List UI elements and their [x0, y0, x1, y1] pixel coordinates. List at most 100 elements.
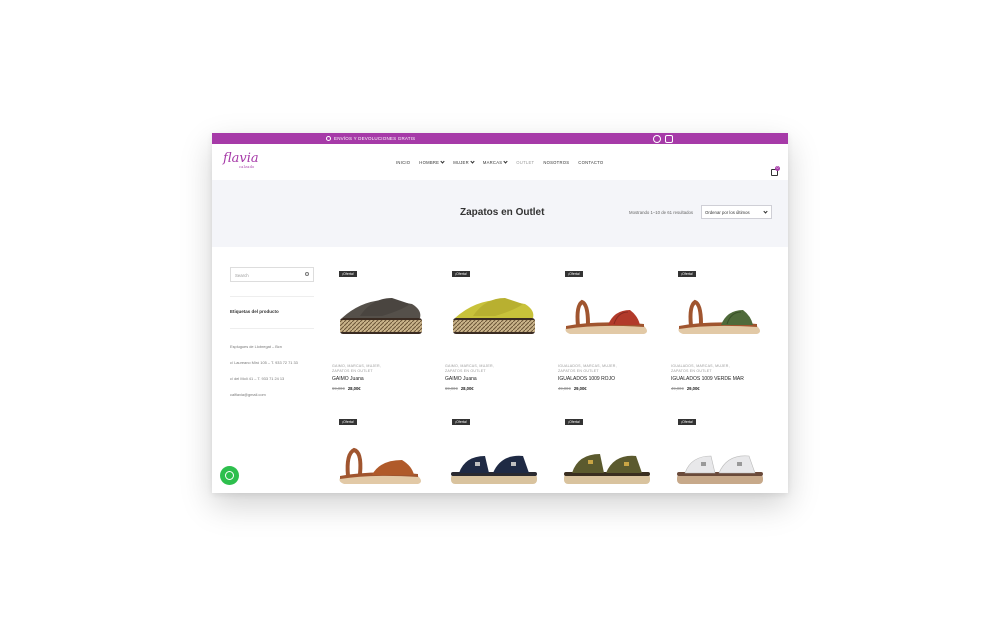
- sidebar: Search Etiquetas del producto Esplugues …: [230, 267, 314, 409]
- product-price: 49,00€ 29,00€: [558, 386, 656, 391]
- nav-label: NOSOTROS: [543, 160, 570, 165]
- sale-badge: ¡Oferta!: [339, 419, 357, 425]
- product-name[interactable]: GAIMO Juana: [445, 376, 543, 382]
- store-address-1: c/ Laureano Miró 105 – T. 933 72 71 33: [230, 360, 298, 365]
- browser-page: ENVÍOS Y DEVOLUCIONES GRATIS flavia calz…: [212, 133, 788, 493]
- nav-item-marcas[interactable]: MARCAS: [482, 159, 508, 165]
- sale-badge: ¡Oferta!: [339, 271, 357, 277]
- sandal-image: [678, 299, 760, 334]
- search-placeholder: Search: [235, 273, 249, 278]
- category-link[interactable]: MUJER: [479, 364, 492, 368]
- sort-select[interactable]: Ordenar por los últimos: [701, 205, 772, 219]
- category-link[interactable]: MUJER: [366, 364, 379, 368]
- product-card[interactable]: ¡Oferta! GAIMO, MARCAS, MUJER, ZAPATOS EN…: [445, 270, 543, 391]
- nav-label: MARCAS: [482, 160, 503, 165]
- old-price: 69,00€: [332, 386, 345, 391]
- category-link[interactable]: GAIMO: [445, 364, 458, 368]
- page-banner: Zapatos en Outlet Mostrando 1–10 de 61 r…: [212, 180, 788, 247]
- main-nav: INICIO HOMBRE MUJER MARCAS OUTLET NOSOTR…: [396, 159, 603, 165]
- category-link[interactable]: MARCAS: [583, 364, 600, 368]
- category-link[interactable]: MARCAS: [460, 364, 477, 368]
- logo-word: flavia: [223, 151, 259, 166]
- chevron-down-icon: [470, 159, 475, 164]
- nav-item-outlet[interactable]: OUTLET: [516, 160, 534, 165]
- chevron-down-icon: [763, 209, 768, 214]
- product-image[interactable]: ¡Oferta!: [332, 270, 430, 360]
- sandal-image: [677, 455, 763, 484]
- search-icon[interactable]: [305, 272, 309, 276]
- tags-title: Etiquetas del producto: [230, 309, 279, 314]
- product-image[interactable]: ¡Oferta!: [558, 270, 656, 360]
- top-promo-bar: ENVÍOS Y DEVOLUCIONES GRATIS: [212, 133, 788, 144]
- nav-item-contacto[interactable]: CONTACTO: [578, 160, 603, 165]
- product-image[interactable]: ¡Oferta!: [671, 418, 769, 493]
- product-price: 69,00€ 28,00€: [332, 386, 430, 391]
- product-card[interactable]: ¡Oferta! IGUALADOS, MARCAS, MUJER, ZAPATO…: [671, 270, 769, 391]
- product-image[interactable]: ¡Oferta!: [445, 270, 543, 360]
- category-link[interactable]: ZAPATOS EN OUTLET: [445, 369, 486, 373]
- logo-tagline: calzado: [239, 165, 255, 169]
- product-price: 69,00€ 28,00€: [445, 386, 543, 391]
- store-email[interactable]: calflavia@gmail.com: [230, 393, 314, 397]
- product-image[interactable]: ¡Oferta!: [671, 270, 769, 360]
- product-card[interactable]: ¡Oferta! GAIMO, MARCAS, MUJER, ZAPATOS EN…: [332, 270, 430, 391]
- category-link[interactable]: ZAPATOS EN OUTLET: [558, 369, 599, 373]
- shipping-notice: ENVÍOS Y DEVOLUCIONES GRATIS: [326, 136, 415, 141]
- product-name[interactable]: GAIMO Juana: [332, 376, 430, 382]
- globe-icon: [326, 136, 331, 141]
- sort-selected-value: Ordenar por los últimos: [705, 210, 750, 215]
- category-link[interactable]: ZAPATOS EN OUTLET: [671, 369, 712, 373]
- whatsapp-chat-button[interactable]: [220, 466, 239, 485]
- product-card[interactable]: ¡Oferta!: [558, 418, 656, 493]
- instagram-icon[interactable]: [665, 134, 673, 143]
- category-link[interactable]: IGUALADOS: [671, 364, 694, 368]
- product-card[interactable]: ¡Oferta!: [671, 418, 769, 493]
- nav-item-mujer[interactable]: MUJER: [453, 159, 475, 165]
- product-image[interactable]: ¡Oferta!: [332, 418, 430, 493]
- site-header: flavia calzado INICIO HOMBRE MUJER MARCA…: [212, 144, 788, 180]
- site-logo[interactable]: flavia calzado: [223, 151, 259, 169]
- product-card[interactable]: ¡Oferta! IGUALADOS, MARCAS, MUJER, ZAPATO…: [558, 270, 656, 391]
- product-price: 49,00€ 29,00€: [671, 386, 769, 391]
- category-link[interactable]: MARCAS: [696, 364, 713, 368]
- sandal-image: [564, 454, 650, 484]
- page-title: Zapatos en Outlet: [460, 207, 545, 218]
- product-image[interactable]: ¡Oferta!: [558, 418, 656, 493]
- sandal-image: [565, 299, 647, 334]
- nav-label: MUJER: [453, 160, 469, 165]
- nav-label: HOMBRE: [419, 160, 440, 165]
- nav-label: OUTLET: [516, 160, 535, 165]
- sale-price: 28,00€: [347, 386, 361, 391]
- chevron-down-icon: [440, 159, 445, 164]
- product-categories: GAIMO, MARCAS, MUJER, ZAPATOS EN OUTLET: [332, 364, 381, 373]
- divider: [230, 328, 314, 329]
- search-input[interactable]: Search: [230, 267, 314, 282]
- nav-item-hombre[interactable]: HOMBRE: [419, 159, 445, 165]
- category-link[interactable]: GAIMO: [332, 364, 345, 368]
- sale-price: 29,00€: [686, 386, 700, 391]
- whatsapp-icon[interactable]: [653, 134, 661, 143]
- shipping-text: ENVÍOS Y DEVOLUCIONES GRATIS: [334, 136, 416, 141]
- sandal-image: [340, 298, 422, 334]
- product-name[interactable]: IGUALADOS 1009 ROJO: [558, 376, 656, 382]
- nav-label: INICIO: [396, 160, 411, 165]
- category-link[interactable]: MUJER: [715, 364, 728, 368]
- sale-badge: ¡Oferta!: [678, 271, 696, 277]
- category-link[interactable]: MARCAS: [347, 364, 364, 368]
- sale-badge: ¡Oferta!: [452, 271, 470, 277]
- nav-item-inicio[interactable]: INICIO: [396, 160, 410, 165]
- store-address-2: c/ del Molí 41 – T. 933 71 24 13: [230, 376, 285, 381]
- product-card[interactable]: ¡Oferta!: [445, 418, 543, 493]
- category-link[interactable]: IGUALADOS: [558, 364, 581, 368]
- product-name[interactable]: IGUALADOS 1009 VERDE MAR: [671, 376, 769, 382]
- whatsapp-icon: [225, 471, 234, 480]
- old-price: 49,00€: [558, 386, 571, 391]
- product-image[interactable]: ¡Oferta!: [445, 418, 543, 493]
- product-card[interactable]: ¡Oferta!: [332, 418, 430, 493]
- cart-count-badge: 0: [775, 166, 780, 171]
- category-link[interactable]: ZAPATOS EN OUTLET: [332, 369, 373, 373]
- nav-item-nosotros[interactable]: NOSOTROS: [543, 160, 569, 165]
- category-link[interactable]: MUJER: [602, 364, 615, 368]
- product-categories: IGUALADOS, MARCAS, MUJER, ZAPATOS EN OUTL…: [671, 364, 730, 373]
- sale-price: 29,00€: [573, 386, 587, 391]
